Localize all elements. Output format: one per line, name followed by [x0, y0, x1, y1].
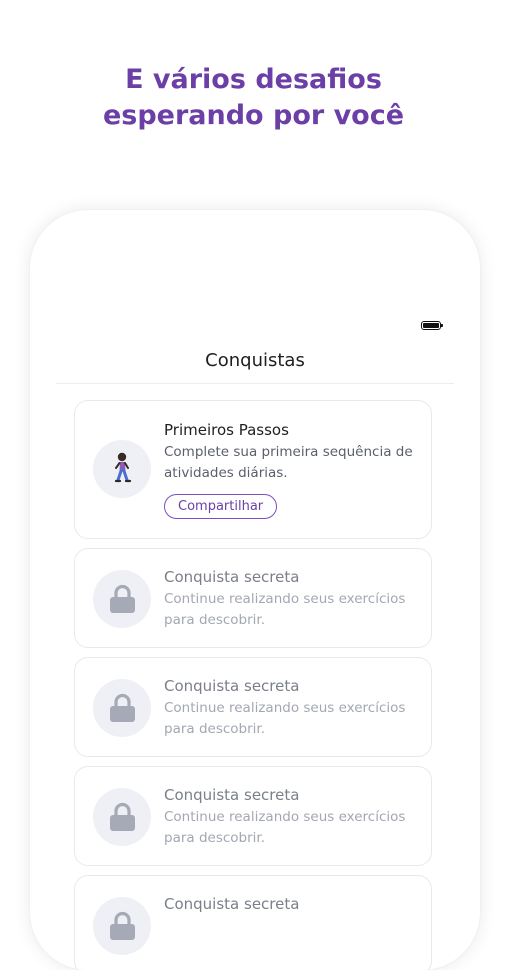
achievement-title: Conquista secreta	[164, 895, 300, 913]
phone-frame: Conquistas Primeiros Passos Complete sua…	[30, 210, 480, 970]
achievement-title: Conquista secreta	[164, 568, 300, 586]
lock-icon	[110, 911, 135, 940]
lock-icon	[110, 584, 135, 613]
achievement-title: Conquista secreta	[164, 677, 300, 695]
promo-headline: E vários desafios esperando por você	[0, 62, 507, 134]
achievement-description: Continue realizando seus exercícios para…	[164, 809, 406, 846]
achievement-card-secret: Conquista secreta Continue realizando se…	[74, 548, 432, 648]
achievement-description: Continue realizando seus exercícios para…	[164, 700, 406, 737]
achievement-card-secret: Conquista secreta Continue realizando se…	[74, 657, 432, 757]
walking-person-icon	[114, 452, 132, 483]
battery-icon	[421, 321, 443, 330]
achievement-card-secret: Conquista secreta	[74, 875, 432, 970]
achievement-title: Primeiros Passos	[164, 421, 289, 439]
headline-line-2: esperando por você	[102, 100, 405, 131]
share-button[interactable]: Compartilhar	[164, 494, 278, 519]
achievement-icon-badge	[93, 440, 151, 498]
achievement-description: Complete sua primeira sequência de ativi…	[164, 444, 413, 481]
achievement-icon-badge	[93, 570, 151, 628]
headline-line-1: E vários desafios	[125, 64, 382, 95]
lock-icon	[110, 802, 135, 831]
lock-icon	[110, 693, 135, 722]
achievement-icon-badge	[93, 679, 151, 737]
achievement-icon-badge	[93, 788, 151, 846]
page-title: Conquistas	[205, 350, 305, 371]
achievement-icon-badge	[93, 897, 151, 955]
achievement-description: Continue realizando seus exercícios para…	[164, 591, 406, 628]
achievement-card-primeiros-passos: Primeiros Passos Complete sua primeira s…	[74, 400, 432, 539]
achievement-title: Conquista secreta	[164, 786, 300, 804]
header-divider	[56, 383, 454, 384]
achievement-card-secret: Conquista secreta Continue realizando se…	[74, 766, 432, 866]
